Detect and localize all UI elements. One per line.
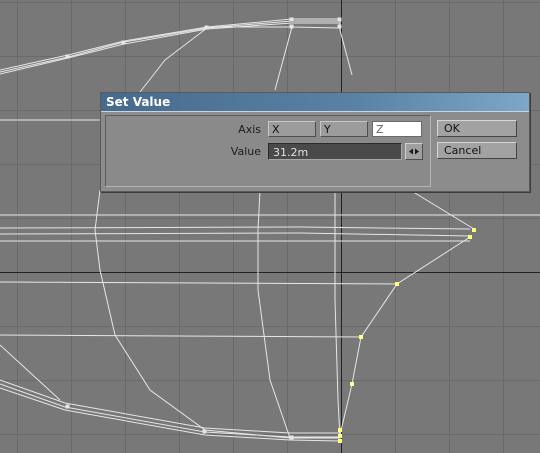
selected-point[interactable] (350, 382, 354, 386)
axis-y-button[interactable]: Y (320, 121, 368, 137)
value-stepper[interactable] (405, 143, 423, 160)
selected-point[interactable] (395, 282, 399, 286)
left-right-arrows-icon (409, 148, 419, 155)
selected-point[interactable] (359, 335, 363, 339)
dialog-title[interactable]: Set Value (101, 93, 529, 112)
axis-label: Axis (238, 123, 261, 136)
axis-z-button[interactable]: Z (372, 121, 422, 137)
selected-point[interactable] (338, 434, 342, 438)
selected-points[interactable] (338, 228, 476, 443)
value-field[interactable]: 31.2m (268, 143, 402, 160)
selected-point[interactable] (468, 235, 472, 239)
mesh-edges (0, 18, 540, 442)
modeler-viewport[interactable] (0, 0, 540, 453)
value-label: Value (230, 145, 261, 158)
wireframe-mesh[interactable] (0, 0, 540, 453)
cancel-button[interactable]: Cancel (437, 142, 517, 159)
mesh-vertices (65, 17, 342, 440)
options-panel: Axis X Y Z Value 31.2m (105, 115, 431, 187)
selected-point[interactable] (338, 428, 342, 432)
axis-x-button[interactable]: X (268, 121, 316, 137)
selected-point[interactable] (338, 439, 342, 443)
dialog-body: Axis X Y Z Value 31.2m OK Cancel (105, 115, 525, 187)
ok-button[interactable]: OK (437, 120, 517, 137)
set-value-dialog: Set Value Axis X Y Z Value 31.2m OK Canc… (100, 92, 530, 192)
selected-point[interactable] (472, 228, 476, 232)
